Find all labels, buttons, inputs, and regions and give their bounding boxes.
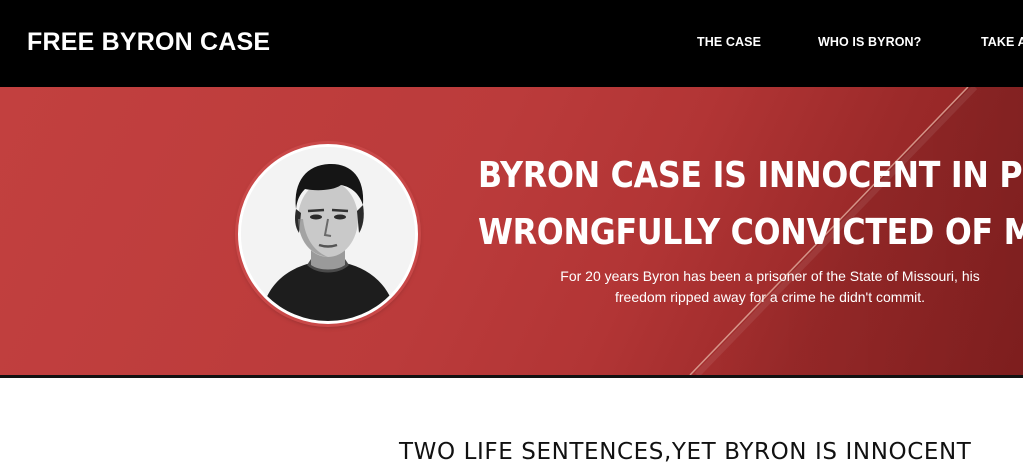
hero-headline-line-2: WRONGFULLY CONVICTED OF MURD xyxy=(478,212,1023,253)
main-nav: THE CASE WHO IS BYRON? TAKE A xyxy=(0,34,1023,50)
hero-headline-line-1: BYRON CASE IS INNOCENT IN PRISO xyxy=(478,155,1023,196)
site-header: FREE BYRON CASE THE CASE WHO IS BYRON? T… xyxy=(0,0,1023,87)
portrait-photo-illustration xyxy=(241,147,415,321)
nav-link-who-is-byron[interactable]: WHO IS BYRON? xyxy=(818,34,921,50)
page: FREE BYRON CASE THE CASE WHO IS BYRON? T… xyxy=(0,0,1023,462)
nav-link-take-action[interactable]: TAKE A xyxy=(981,34,1023,50)
nav-link-the-case[interactable]: THE CASE xyxy=(697,34,761,50)
section-title: TWO LIFE SENTENCES,YET BYRON IS INNOCENT xyxy=(399,439,972,462)
hero-subtext: For 20 years Byron has been a prisoner o… xyxy=(560,268,980,305)
hero-headline: BYRON CASE IS INNOCENT IN PRISO WRONGFUL… xyxy=(478,147,1023,261)
byron-portrait xyxy=(238,144,418,324)
hero-bottom-divider xyxy=(0,375,1023,378)
hero-banner: BYRON CASE IS INNOCENT IN PRISO WRONGFUL… xyxy=(0,87,1023,375)
